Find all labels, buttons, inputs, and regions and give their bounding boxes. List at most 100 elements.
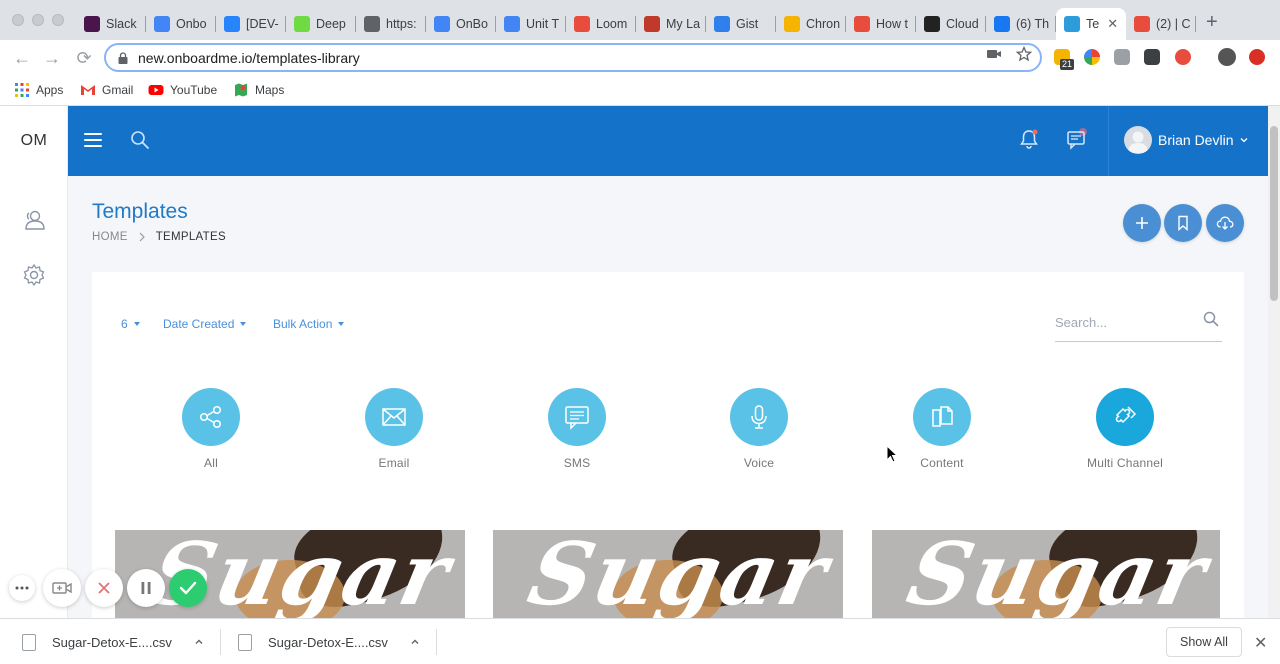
tab-label: Onbo xyxy=(176,17,207,31)
tab-close-icon[interactable]: ✕ xyxy=(1107,16,1118,32)
camera-off-icon xyxy=(52,582,72,594)
camera-blocked-icon[interactable] xyxy=(986,46,1002,62)
message-icon xyxy=(565,406,589,430)
browser-tab[interactable]: OnBo xyxy=(426,8,496,40)
window-maximize-dot[interactable] xyxy=(52,14,64,26)
window-minimize-dot[interactable] xyxy=(32,14,44,26)
avatar xyxy=(1124,126,1152,154)
page-size-value: 6 xyxy=(121,317,128,331)
browser-tab[interactable]: https: xyxy=(356,8,426,40)
url-input[interactable] xyxy=(138,49,958,66)
tab-label: Te xyxy=(1086,17,1100,31)
template-search xyxy=(1055,306,1222,342)
recorder-pause-button[interactable] xyxy=(127,569,165,607)
sort-dropdown[interactable]: Date Created xyxy=(163,317,247,331)
browser-tab[interactable]: How t xyxy=(846,8,916,40)
bookmark-label: Gmail xyxy=(102,83,134,97)
browser-tab[interactable]: (6) Th xyxy=(986,8,1056,40)
recorder-camera-button[interactable] xyxy=(43,569,81,607)
browser-tab[interactable]: Onbo xyxy=(146,8,216,40)
users-icon[interactable] xyxy=(22,208,46,232)
bookmark-maps[interactable]: Maps xyxy=(233,82,284,98)
profile-avatar-icon[interactable] xyxy=(1218,48,1236,66)
caret-down-icon xyxy=(133,322,140,326)
reload-button[interactable]: ⟳ xyxy=(74,48,94,68)
bookmark-apps[interactable]: Apps xyxy=(14,82,63,98)
tab-favicon-icon xyxy=(784,16,800,32)
template-card[interactable]: Sugar xyxy=(115,530,465,618)
template-card[interactable]: Sugar xyxy=(493,530,843,618)
template-card[interactable]: Sugar xyxy=(872,530,1220,618)
tab-favicon-icon xyxy=(714,16,730,32)
chat-icon[interactable] xyxy=(1066,128,1088,150)
file-icon xyxy=(238,633,252,651)
bookmarks-bar: Apps Gmail YouTube Maps xyxy=(0,76,1280,106)
add-template-button[interactable] xyxy=(1123,204,1161,242)
extension-camera-icon[interactable] xyxy=(1114,49,1130,65)
browser-tab[interactable]: Slack xyxy=(76,8,146,40)
chevron-down-icon xyxy=(1241,138,1248,143)
download-item[interactable]: Sugar-Detox-E....csv xyxy=(22,619,204,664)
bell-icon[interactable] xyxy=(1018,128,1040,150)
user-menu[interactable]: Brian Devlin xyxy=(1124,126,1249,154)
pause-icon xyxy=(141,582,151,594)
address-bar[interactable] xyxy=(104,43,1042,72)
documents-icon xyxy=(932,406,953,427)
browser-tab[interactable]: Gist xyxy=(706,8,776,40)
extension-loom-icon[interactable] xyxy=(1175,49,1191,65)
show-all-downloads-button[interactable]: Show All xyxy=(1166,627,1242,657)
app-logo[interactable]: OM xyxy=(0,106,68,176)
recorder-finish-button[interactable] xyxy=(169,569,207,607)
bookmark-gmail[interactable]: Gmail xyxy=(80,82,133,98)
search-icon[interactable] xyxy=(1202,310,1220,328)
scrollbar-thumb[interactable] xyxy=(1270,126,1278,301)
back-button[interactable]: ← xyxy=(12,48,32,68)
cloud-download-button[interactable] xyxy=(1206,204,1244,242)
search-input[interactable] xyxy=(1055,315,1195,330)
bookmark-templates-button[interactable] xyxy=(1164,204,1202,242)
breadcrumb-home[interactable]: HOME xyxy=(92,231,128,243)
bookmark-label: Apps xyxy=(36,83,64,97)
browser-tab[interactable]: Te ✕ xyxy=(1056,8,1126,40)
gear-icon[interactable] xyxy=(22,263,46,287)
browser-tab[interactable]: [DEV- xyxy=(216,8,286,40)
file-icon xyxy=(22,633,36,651)
download-item[interactable]: Sugar-Detox-E....csv xyxy=(238,619,420,664)
window-close-dot[interactable] xyxy=(12,14,24,26)
browser-tab[interactable]: Cloud xyxy=(916,8,986,40)
forward-button[interactable]: → xyxy=(42,48,62,68)
page-scrollbar[interactable] xyxy=(1268,106,1280,618)
close-icon xyxy=(98,582,110,594)
category-voice[interactable]: Voice xyxy=(694,388,824,470)
new-tab-button[interactable]: + xyxy=(1206,12,1218,32)
extension-bh-icon[interactable] xyxy=(1144,49,1160,65)
bulk-action-dropdown[interactable]: Bulk Action xyxy=(273,317,345,331)
browser-tab[interactable]: Unit T xyxy=(496,8,566,40)
category-multi-channel[interactable]: Multi Channel xyxy=(1060,388,1190,470)
category-all[interactable]: All xyxy=(146,388,276,470)
menu-toggle-icon[interactable] xyxy=(84,133,102,147)
browser-tab[interactable]: Deep xyxy=(286,8,356,40)
browser-tab[interactable]: Loom xyxy=(566,8,636,40)
chevron-up-icon[interactable] xyxy=(194,637,204,647)
bookmark-star-icon[interactable] xyxy=(1016,46,1032,62)
page-size-dropdown[interactable]: 6 xyxy=(121,317,140,331)
search-icon[interactable] xyxy=(130,130,150,150)
apps-grid-icon xyxy=(15,83,29,97)
browser-tab[interactable]: My La xyxy=(636,8,706,40)
close-icon[interactable]: ✕ xyxy=(1254,633,1267,653)
tab-favicon-icon xyxy=(924,16,940,32)
caret-down-icon xyxy=(338,322,345,326)
recorder-more-button[interactable] xyxy=(9,575,35,601)
category-sms[interactable]: SMS xyxy=(512,388,642,470)
recorder-cancel-button[interactable] xyxy=(85,569,123,607)
update-icon[interactable] xyxy=(1249,49,1265,65)
puzzle-icon xyxy=(1115,406,1137,424)
category-icon-circle xyxy=(730,388,788,446)
bookmark-youtube[interactable]: YouTube xyxy=(148,82,217,98)
category-email[interactable]: Email xyxy=(329,388,459,470)
browser-tab[interactable]: (2) | C xyxy=(1126,8,1196,40)
browser-tab[interactable]: Chron xyxy=(776,8,846,40)
chevron-up-icon[interactable] xyxy=(410,637,420,647)
extension-color-icon[interactable] xyxy=(1084,49,1100,65)
